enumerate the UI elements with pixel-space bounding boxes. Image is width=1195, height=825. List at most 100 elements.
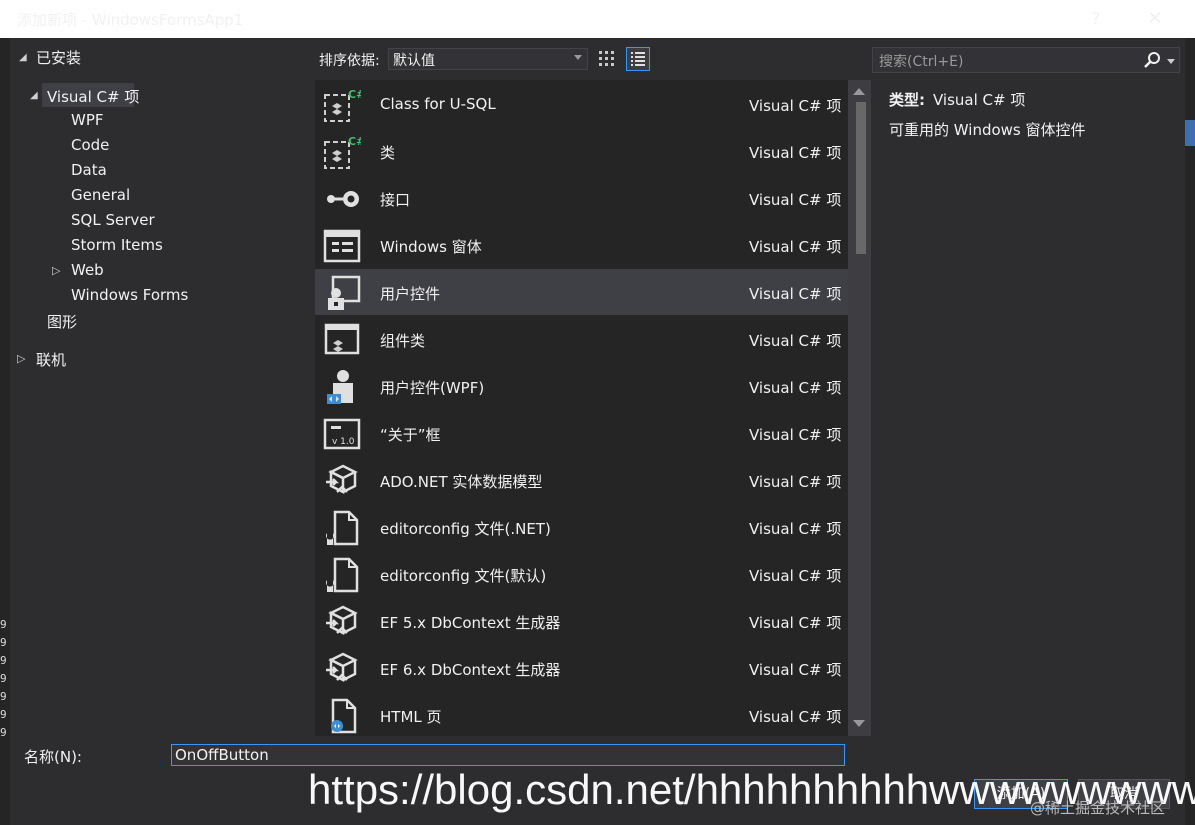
background-console-text: 9 (0, 654, 7, 667)
template-list-item[interactable]: 组件类 Visual C# 项 (315, 316, 848, 362)
template-item-name: 组件类 (380, 332, 426, 350)
collapse-arrow-icon[interactable]: ◢ (19, 52, 27, 63)
background-console-text: 9 (0, 690, 7, 703)
template-item-type: Visual C# 项 (749, 708, 842, 726)
tree-item-storm-items[interactable]: Storm Items (71, 236, 163, 254)
template-list-item[interactable]: 用户控件(WPF) Visual C# 项 (315, 363, 848, 409)
template-item-name: 类 (380, 144, 396, 162)
background-console-text: 9 (0, 618, 7, 631)
template-item-name: 接口 (380, 191, 411, 209)
template-item-type: Visual C# 项 (749, 191, 842, 209)
template-item-type: Visual C# 项 (749, 332, 842, 350)
component-class-icon (323, 321, 361, 359)
data-model-icon (323, 650, 361, 688)
template-item-name: “关于”框 (380, 426, 441, 444)
template-list-item[interactable]: 用户控件 Visual C# 项 (315, 269, 848, 315)
template-item-type: Visual C# 项 (749, 285, 842, 303)
template-item-type: Visual C# 项 (749, 426, 842, 444)
window-title: 添加新项 - WindowsFormsApp1 (17, 11, 244, 29)
tree-item-code[interactable]: Code (71, 136, 109, 154)
template-list-item[interactable]: EF 6.x DbContext 生成器 Visual C# 项 (315, 645, 848, 691)
template-list-item[interactable]: EF 5.x DbContext 生成器 Visual C# 项 (315, 598, 848, 644)
chevron-down-icon[interactable] (574, 55, 582, 60)
name-input[interactable] (171, 744, 845, 766)
svg-text:C#: C# (348, 88, 361, 101)
background-accent (1185, 120, 1195, 146)
expand-arrow-icon[interactable]: ▷ (17, 352, 25, 365)
template-item-name: editorconfig 文件(默认) (380, 567, 547, 585)
list-view-button[interactable] (626, 47, 650, 71)
tree-item-general[interactable]: General (71, 186, 130, 204)
template-list-item[interactable]: v 1.0 “关于”框 Visual C# 项 (315, 410, 848, 456)
data-model-icon (323, 462, 361, 500)
windows-form-icon (323, 227, 361, 265)
template-item-name: ADO.NET 实体数据模型 (380, 473, 543, 491)
collapse-arrow-icon[interactable]: ◢ (30, 90, 38, 101)
template-list-item[interactable]: Windows 窗体 Visual C# 项 (315, 222, 848, 268)
template-item-name: EF 6.x DbContext 生成器 (380, 661, 561, 679)
svg-text:C#: C# (348, 135, 361, 148)
expand-arrow-icon[interactable]: ▷ (52, 264, 60, 277)
tree-item-graphics[interactable]: 图形 (47, 311, 77, 332)
tree-item-sql-server[interactable]: SQL Server (71, 211, 155, 229)
detail-type-value: Visual C# 项 (933, 91, 1026, 109)
tree-item-web[interactable]: Web (71, 261, 104, 279)
template-item-type: Visual C# 项 (749, 520, 842, 538)
template-item-type: Visual C# 项 (749, 661, 842, 679)
template-list-item[interactable]: 接口 Visual C# 项 (315, 175, 848, 221)
grid-view-icon (599, 51, 614, 66)
grid-view-button[interactable] (596, 47, 620, 71)
editorconfig-file-icon (323, 556, 361, 594)
background-console-text: 9 (0, 636, 7, 649)
name-label: 名称(N): (24, 748, 82, 766)
sort-dropdown[interactable]: 默认值 (388, 48, 588, 70)
wpf-user-control-icon (323, 368, 361, 406)
data-model-icon (323, 603, 361, 641)
template-item-type: Visual C# 项 (749, 567, 842, 585)
template-list-item[interactable]: editorconfig 文件(.NET) Visual C# 项 (315, 504, 848, 550)
list-view-icon (631, 52, 645, 66)
template-item-type: Visual C# 项 (749, 379, 842, 397)
search-icon[interactable] (1142, 50, 1162, 70)
template-list-item[interactable]: C# 类 Visual C# 项 (315, 128, 848, 174)
template-item-type: Visual C# 项 (749, 97, 842, 115)
background-window-edge-right (1185, 38, 1195, 825)
scroll-down-arrow-icon[interactable] (853, 720, 865, 727)
tree-item-wpf[interactable]: WPF (71, 111, 104, 129)
template-item-name: 用户控件 (380, 285, 441, 303)
template-list-item[interactable]: C# Class for U-SQL Visual C# 项 (315, 81, 848, 127)
tree-online[interactable]: 联机 (36, 349, 66, 370)
help-button[interactable]: ? (1082, 6, 1110, 32)
template-list-item[interactable]: HTML 页 Visual C# 项 (315, 692, 848, 736)
editorconfig-file-icon (323, 509, 361, 547)
template-item-name: Class for U-SQL (380, 95, 496, 113)
template-item-name: EF 5.x DbContext 生成器 (380, 614, 561, 632)
template-item-name: 用户控件(WPF) (380, 379, 485, 397)
tree-item-data[interactable]: Data (71, 161, 107, 179)
template-list: C# Class for U-SQL Visual C# 项 C# 类 Visual C#… (315, 80, 871, 736)
search-input[interactable]: 搜索(Ctrl+E) (872, 47, 1180, 73)
tree-installed[interactable]: 已安装 (36, 47, 81, 68)
template-item-type: Visual C# 项 (749, 238, 842, 256)
close-button[interactable]: ✕ (1138, 6, 1172, 32)
template-item-name: Windows 窗体 (380, 238, 482, 256)
scroll-up-arrow-icon[interactable] (853, 88, 865, 95)
template-list-item[interactable]: ADO.NET 实体数据模型 Visual C# 项 (315, 457, 848, 503)
template-item-type: Visual C# 项 (749, 144, 842, 162)
background-console-text: 9 (0, 726, 7, 739)
template-item-name: editorconfig 文件(.NET) (380, 520, 551, 538)
scroll-thumb[interactable] (856, 102, 866, 254)
template-item-type: Visual C# 项 (749, 473, 842, 491)
class-cs-icon: C# (323, 86, 365, 124)
watermark-site: @稀土掘金技术社区 (1030, 799, 1166, 817)
background-console-text: 9 (0, 708, 7, 721)
template-item-name: HTML 页 (380, 708, 442, 726)
detail-type-label: 类型: (889, 91, 925, 109)
search-options-chevron-icon[interactable] (1167, 59, 1175, 64)
tree-visual-cs[interactable]: Visual C# 项 (47, 86, 139, 107)
interface-icon (323, 180, 361, 218)
about-box-icon: v 1.0 (323, 415, 361, 453)
tree-item-windows-forms[interactable]: Windows Forms (71, 286, 188, 304)
template-list-item[interactable]: editorconfig 文件(默认) Visual C# 项 (315, 551, 848, 597)
sort-label: 排序依据: (319, 53, 380, 69)
